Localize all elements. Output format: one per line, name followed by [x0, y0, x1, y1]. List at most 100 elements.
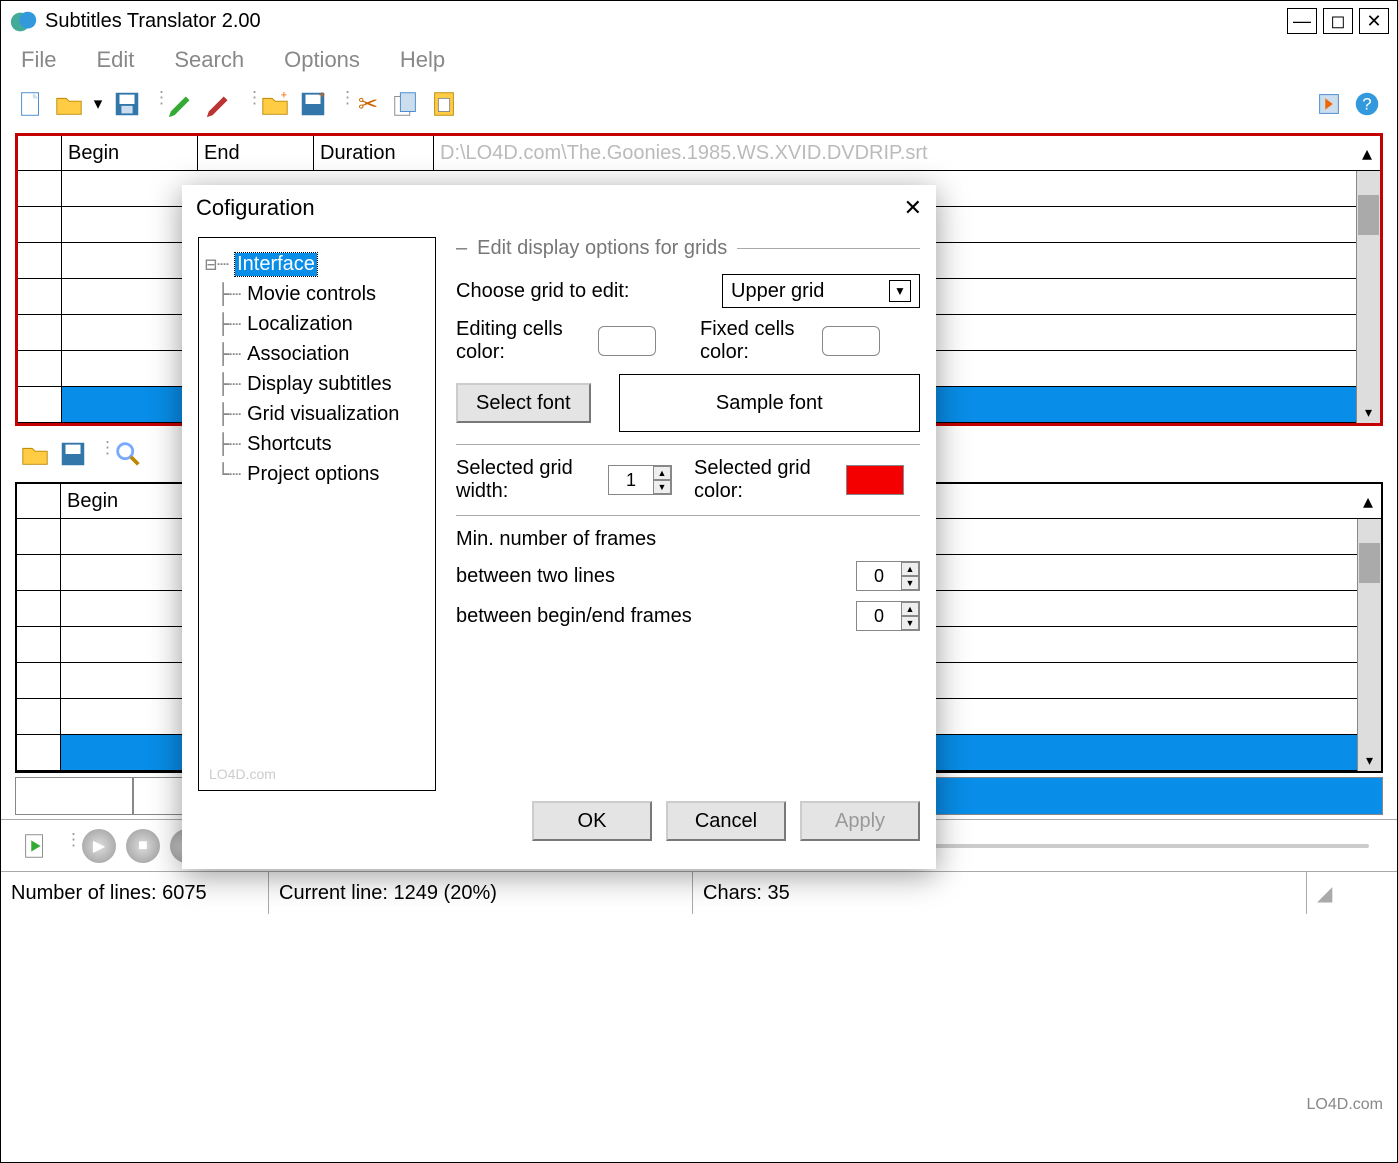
tree-item-interface[interactable]: ⊟┈Interface — [205, 252, 429, 276]
pencil-red-icon[interactable] — [204, 88, 236, 120]
editing-cells-label: Editing cells color: — [456, 318, 586, 364]
column-duration[interactable]: Duration — [314, 136, 434, 170]
paste-plain-icon[interactable] — [428, 88, 460, 120]
selected-width-label: Selected grid width: — [456, 457, 596, 503]
toolbar-separator: ⋮ — [246, 88, 249, 120]
spinner-down-icon[interactable]: ▼ — [901, 576, 919, 590]
save-icon[interactable] — [111, 88, 143, 120]
dialog-titlebar: Cofiguration ✕ — [182, 185, 936, 231]
chevron-down-icon: ▼ — [889, 280, 911, 302]
selected-width-spinner[interactable]: ▲▼ — [608, 465, 672, 495]
tree-item-localization[interactable]: ├┈Localization — [205, 312, 429, 336]
scrollbar-thumb[interactable] — [1358, 195, 1379, 235]
upper-grid-scrollbar[interactable]: ▾ — [1356, 171, 1380, 423]
status-current: Current line: 1249 (20%) — [269, 872, 693, 914]
configuration-dialog: Cofiguration ✕ ⊟┈Interface ├┈Movie contr… — [182, 185, 936, 869]
choose-grid-select[interactable]: Upper grid ▼ — [722, 274, 920, 308]
tree-item-shortcuts[interactable]: ├┈Shortcuts — [205, 432, 429, 456]
column-end[interactable]: End — [198, 136, 314, 170]
between-begin-end-spinner[interactable]: ▲▼ — [856, 601, 920, 631]
position-slider[interactable] — [880, 844, 1369, 848]
help-icon[interactable]: ? — [1351, 88, 1383, 120]
tree-item-project-options[interactable]: └┈Project options — [205, 462, 429, 486]
pencil-green-icon[interactable] — [166, 88, 198, 120]
lower-grid-scrollbar[interactable]: ▾ — [1357, 519, 1381, 771]
between-begin-end-label: between begin/end frames — [456, 605, 692, 628]
column-begin[interactable]: Begin — [62, 136, 198, 170]
resize-grip[interactable]: ◢ — [1307, 872, 1397, 914]
play-file-icon[interactable] — [19, 830, 51, 862]
options-icon[interactable] — [1313, 88, 1345, 120]
cut-icon[interactable]: ✂ — [352, 88, 384, 120]
spinner-down-icon[interactable]: ▼ — [901, 616, 919, 630]
ok-button[interactable]: OK — [532, 801, 652, 841]
search-icon[interactable] — [112, 438, 144, 470]
svg-text:+: + — [319, 89, 326, 101]
spinner-down-icon[interactable]: ▼ — [653, 480, 671, 494]
app-icon — [9, 7, 37, 35]
dialog-close-button[interactable]: ✕ — [904, 195, 922, 221]
between-begin-end-input[interactable] — [857, 602, 901, 630]
minimize-button[interactable]: — — [1287, 8, 1317, 34]
scroll-up-button[interactable]: ▴ — [1356, 136, 1380, 170]
new-file-icon[interactable] — [15, 88, 47, 120]
selected-width-input[interactable] — [609, 466, 653, 494]
scrollbar-thumb[interactable] — [1359, 543, 1380, 583]
fixed-cells-color[interactable] — [822, 326, 880, 356]
titlebar: Subtitles Translator 2.00 — ◻ ✕ — [1, 1, 1397, 41]
upper-grid-header: Begin End Duration D:\LO4D.com\The.Gooni… — [18, 136, 1380, 171]
menu-edit[interactable]: Edit — [96, 47, 134, 73]
save-project-icon[interactable]: + — [297, 88, 329, 120]
column-number[interactable] — [18, 136, 62, 170]
close-button[interactable]: ✕ — [1359, 8, 1389, 34]
dropdown-arrow-icon[interactable]: ▾ — [91, 88, 105, 120]
selected-grid-color[interactable] — [846, 465, 904, 495]
save-icon[interactable] — [57, 438, 89, 470]
scroll-down-button[interactable]: ▾ — [1358, 749, 1381, 771]
edit-number-field[interactable] — [15, 777, 133, 815]
dialog-watermark: LO4D.com — [209, 766, 276, 782]
open-project-icon[interactable]: + — [259, 88, 291, 120]
dialog-title: Cofiguration — [196, 195, 315, 221]
spinner-up-icon[interactable]: ▲ — [653, 466, 671, 480]
spinner-up-icon[interactable]: ▲ — [901, 562, 919, 576]
tree-item-association[interactable]: ├┈Association — [205, 342, 429, 366]
tree-item-display-subtitles[interactable]: ├┈Display subtitles — [205, 372, 429, 396]
menu-options[interactable]: Options — [284, 47, 360, 73]
open-folder-icon[interactable] — [53, 88, 85, 120]
fixed-cells-label: Fixed cells color: — [700, 318, 810, 364]
menu-search[interactable]: Search — [174, 47, 244, 73]
toolbar: ▾ ⋮ ⋮ + + ⋮ ✂ ? — [1, 79, 1397, 129]
toolbar-separator: ⋮ — [99, 438, 102, 470]
status-lines: Number of lines: 6075 — [1, 872, 269, 914]
between-lines-input[interactable] — [857, 562, 901, 590]
toolbar-separator: ⋮ — [65, 830, 68, 862]
menu-file[interactable]: File — [21, 47, 56, 73]
cancel-button[interactable]: Cancel — [666, 801, 786, 841]
apply-button[interactable]: Apply — [800, 801, 920, 841]
select-font-button[interactable]: Select font — [456, 383, 591, 423]
spinner-up-icon[interactable]: ▲ — [901, 602, 919, 616]
open-folder-icon[interactable] — [19, 438, 51, 470]
group-label: – Edit display options for grids — [456, 237, 920, 260]
svg-text:+: + — [281, 89, 288, 101]
play-button[interactable]: ▶ — [82, 829, 116, 863]
column-file[interactable]: D:\LO4D.com\The.Goonies.1985.WS.XVID.DVD… — [434, 136, 1356, 170]
between-lines-spinner[interactable]: ▲▼ — [856, 561, 920, 591]
copy-icon[interactable] — [390, 88, 422, 120]
tree-item-grid-visualization[interactable]: ├┈Grid visualization — [205, 402, 429, 426]
menu-help[interactable]: Help — [400, 47, 445, 73]
maximize-button[interactable]: ◻ — [1323, 8, 1353, 34]
column-number[interactable] — [17, 484, 61, 518]
settings-panel: – Edit display options for grids Choose … — [456, 237, 920, 791]
status-chars: Chars: 35 — [693, 872, 1307, 914]
choose-grid-label: Choose grid to edit: — [456, 280, 629, 303]
window-buttons: — ◻ ✕ — [1287, 8, 1389, 34]
scroll-up-button[interactable]: ▴ — [1357, 484, 1381, 518]
menubar: File Edit Search Options Help — [1, 41, 1397, 79]
scroll-down-button[interactable]: ▾ — [1357, 401, 1380, 423]
stop-button[interactable]: ■ — [126, 829, 160, 863]
tree-item-movie-controls[interactable]: ├┈Movie controls — [205, 282, 429, 306]
settings-tree: ⊟┈Interface ├┈Movie controls ├┈Localizat… — [198, 237, 436, 791]
editing-cells-color[interactable] — [598, 326, 656, 356]
